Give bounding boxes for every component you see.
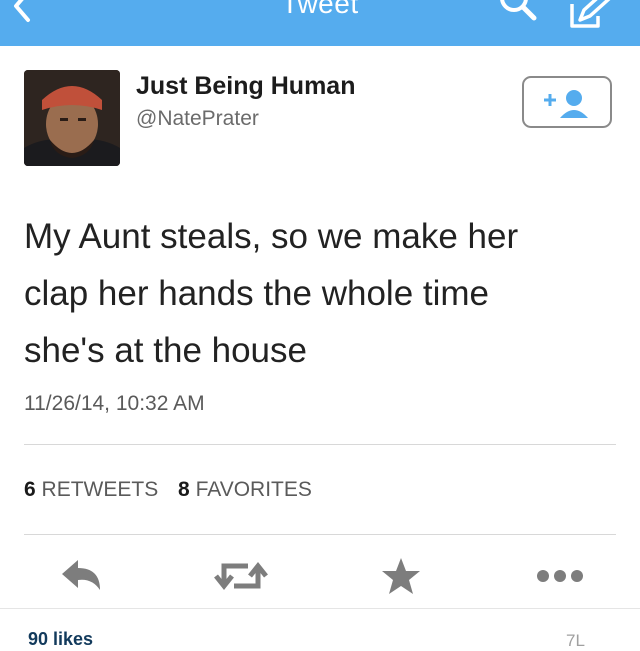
- compose-icon[interactable]: [566, 0, 614, 34]
- reply-icon[interactable]: [58, 556, 106, 596]
- more-dots-icon[interactable]: [534, 556, 586, 596]
- divider: [24, 444, 616, 445]
- favorites-count: 8: [178, 478, 190, 501]
- favorites-label: FAVORITES: [195, 478, 312, 501]
- favorite-star-icon[interactable]: [380, 556, 422, 596]
- add-user-icon: [544, 90, 588, 118]
- tweet-timestamp: 11/26/14, 10:32 AM: [24, 392, 205, 415]
- user-handle[interactable]: @NatePrater: [136, 107, 259, 131]
- search-icon[interactable]: [494, 0, 544, 30]
- divider: [24, 534, 616, 535]
- favorites-stat[interactable]: 8 FAVORITES: [178, 478, 312, 502]
- display-name[interactable]: Just Being Human: [136, 72, 355, 101]
- profile-avatar[interactable]: [24, 70, 120, 166]
- follow-button[interactable]: [522, 76, 612, 128]
- corner-meta: 7L: [566, 631, 585, 650]
- retweets-stat[interactable]: 6 RETWEETS: [24, 478, 158, 502]
- top-nav-bar: Tweet: [0, 0, 640, 46]
- retweets-count: 6: [24, 478, 36, 501]
- tweet-stats: 6 RETWEETS 8 FAVORITES: [24, 478, 326, 502]
- retweet-icon[interactable]: [212, 556, 270, 596]
- instagram-footer: 90 likes 7L: [0, 608, 640, 650]
- tweet-text-line: she's at the house: [24, 331, 307, 370]
- retweets-label: RETWEETS: [41, 478, 159, 501]
- tweet-text-line: My Aunt steals, so we make her: [24, 217, 519, 256]
- tweet-text-line: clap her hands the whole time: [24, 274, 489, 313]
- nav-title: Tweet: [281, 0, 359, 19]
- tweet-text: My Aunt steals, so we make her clap her …: [24, 208, 624, 379]
